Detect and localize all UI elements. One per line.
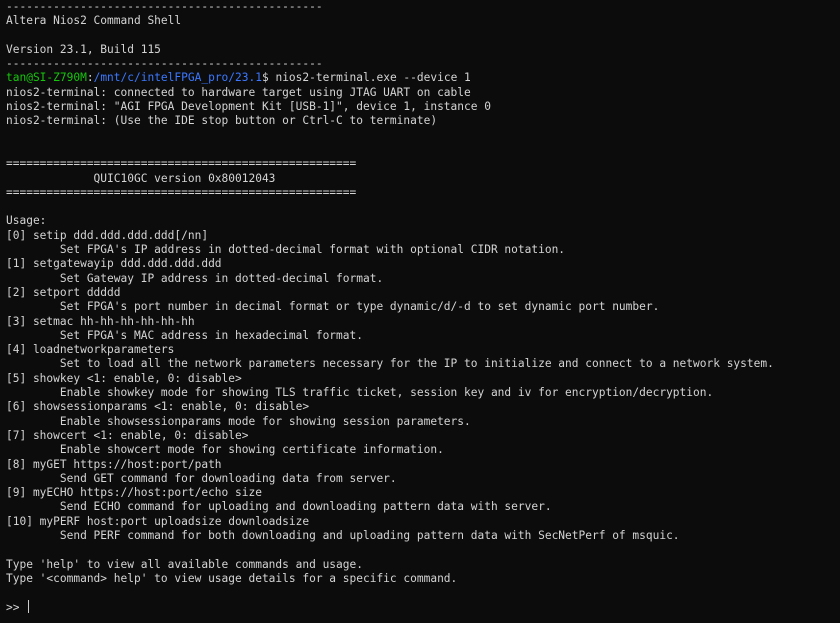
prompt-path: /mnt/c/intelFPGA_pro/23.1	[93, 71, 262, 85]
command-description: Set FPGA's IP address in dotted-decimal …	[6, 243, 566, 257]
help-line: Type 'help' to view all available comman…	[6, 557, 363, 571]
input-prompt: >>	[6, 601, 27, 615]
banner-top-rule: ========================================…	[6, 157, 357, 171]
command-syntax: [5] showkey <1: enable, 0: disable>	[6, 371, 242, 385]
prompt-user-host: tan@SI-Z790M	[6, 71, 87, 85]
command-syntax: [10] myPERF host:port uploadsize downloa…	[6, 514, 310, 528]
help-line: Type '<command> help' to view usage deta…	[6, 571, 458, 585]
shell-title: Altera Nios2 Command Shell	[6, 14, 182, 28]
prompt-command: nios2-terminal.exe --device 1	[275, 71, 471, 85]
command-syntax: [0] setip ddd.ddd.ddd.ddd[/nn]	[6, 228, 209, 242]
command-description: Send PERF command for both downloading a…	[6, 528, 680, 542]
command-syntax: [7] showcert <1: enable, 0: disable>	[6, 428, 249, 442]
command-description: Set FPGA's MAC address in hexadecimal fo…	[6, 328, 363, 342]
text-cursor[interactable]	[28, 600, 30, 614]
prompt-separator: :	[86, 71, 94, 85]
command-description: Set to load all the network parameters n…	[6, 357, 774, 371]
banner-bottom-rule: ========================================…	[6, 185, 357, 199]
input-line[interactable]: >>	[6, 600, 840, 614]
connection-output-line: nios2-terminal: (Use the IDE stop button…	[6, 114, 438, 128]
command-syntax: [1] setgatewayip ddd.ddd.ddd.ddd	[6, 257, 222, 271]
command-syntax: [4] loadnetworkparameters	[6, 343, 175, 357]
version-info: Version 23.1, Build 115	[6, 42, 161, 56]
command-description: Set FPGA's port number in decimal format…	[6, 300, 660, 314]
command-syntax: [6] showsessionparams <1: enable, 0: dis…	[6, 400, 310, 414]
command-description: Enable showkey mode for showing TLS traf…	[6, 386, 714, 400]
command-syntax: [2] setport ddddd	[6, 285, 121, 299]
connection-output-line: nios2-terminal: "AGI FPGA Development Ki…	[6, 100, 491, 114]
connection-output-line: nios2-terminal: connected to hardware ta…	[6, 85, 471, 99]
header-top-rule: ----------------------------------------…	[6, 0, 323, 13]
command-description: Enable showsessionparams mode for showin…	[6, 414, 471, 428]
command-syntax: [9] myECHO https://host:port/echo size	[6, 486, 262, 500]
shell-prompt-line: tan@SI-Z790M:/mnt/c/intelFPGA_pro/23.1$ …	[6, 71, 840, 85]
usage-heading: Usage:	[6, 214, 47, 228]
command-syntax: [8] myGET https://host:port/path	[6, 457, 222, 471]
command-description: Send ECHO command for uploading and down…	[6, 500, 552, 514]
command-syntax: [3] setmac hh-hh-hh-hh-hh-hh	[6, 314, 195, 328]
command-description: Enable showcert mode for showing certifi…	[6, 443, 444, 457]
command-description: Set Gateway IP address in dotted-decimal…	[6, 271, 384, 285]
command-description: Send GET command for downloading data fr…	[6, 471, 397, 485]
prompt-symbol: $	[261, 71, 276, 85]
header-bottom-rule: ----------------------------------------…	[6, 57, 323, 71]
banner-title: QUIC10GC version 0x80012043	[6, 171, 276, 185]
terminal-window[interactable]: ----------------------------------------…	[0, 0, 840, 623]
